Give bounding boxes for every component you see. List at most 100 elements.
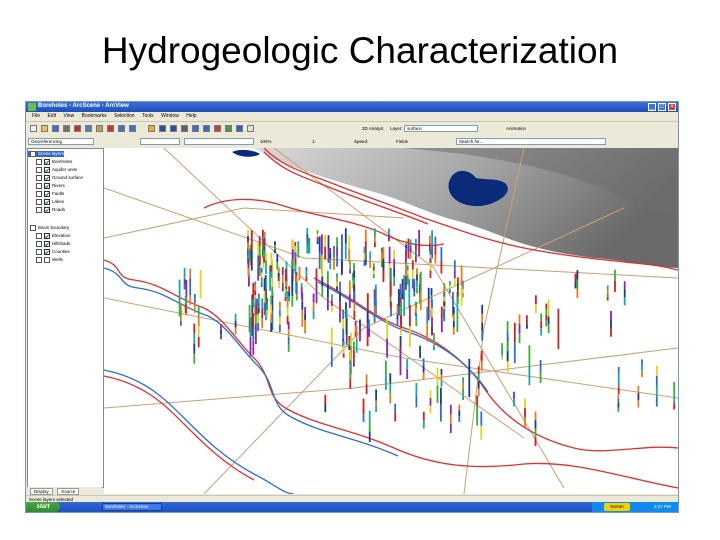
- tab-display[interactable]: Display: [30, 488, 53, 495]
- layer-checkbox[interactable]: [44, 233, 50, 239]
- start-button[interactable]: start: [26, 502, 60, 512]
- expand-toggle-icon[interactable]: [36, 207, 42, 213]
- scene-dropdown[interactable]: [140, 138, 180, 145]
- expand-toggle-icon[interactable]: [36, 159, 42, 165]
- new-file-icon[interactable]: [30, 125, 37, 132]
- toc-layer-item[interactable]: Boreholes: [28, 159, 72, 165]
- toc-layer-item[interactable]: Elevation: [28, 233, 71, 239]
- layer-checkbox[interactable]: [44, 257, 50, 263]
- borehole-segment: [183, 278, 186, 285]
- borehole-segment: [535, 304, 537, 314]
- measure-icon[interactable]: [214, 125, 221, 132]
- menu-selection[interactable]: Selection: [114, 113, 135, 119]
- undo-icon[interactable]: [118, 125, 125, 132]
- zoom-in-icon[interactable]: [159, 125, 166, 132]
- toc-layer-item[interactable]: Faults: [28, 191, 64, 197]
- borehole-segment: [385, 360, 387, 376]
- expand-toggle-icon[interactable]: [36, 249, 42, 255]
- toc-layer-item[interactable]: Aquifer units: [28, 167, 77, 173]
- toc-layer-item[interactable]: Roads: [28, 207, 65, 213]
- toc-layer-item[interactable]: Ground surface: [28, 175, 83, 181]
- menu-view[interactable]: View: [63, 113, 74, 119]
- menu-bookmarks[interactable]: Bookmarks: [82, 113, 107, 119]
- scene-canvas[interactable]: [104, 148, 678, 494]
- toc-layer-item[interactable]: Basin boundary: [28, 225, 69, 231]
- zoom-out-icon[interactable]: [170, 125, 177, 132]
- menu-file[interactable]: File: [32, 113, 40, 119]
- print-icon[interactable]: [63, 125, 70, 132]
- toc-layer-item[interactable]: Scene layers: [28, 151, 65, 157]
- toc-layer-item[interactable]: Hillshade: [28, 241, 71, 247]
- georeference-dropdown[interactable]: Georeferencing: [28, 138, 94, 145]
- norton-tray-icon[interactable]: Norton: [604, 503, 630, 511]
- identify-icon[interactable]: [203, 125, 210, 132]
- borehole-segment: [449, 289, 451, 294]
- expand-toggle-icon[interactable]: [36, 233, 42, 239]
- save-icon[interactable]: [52, 125, 59, 132]
- expand-toggle-icon[interactable]: [36, 199, 42, 205]
- taskbar-item-arcscene[interactable]: Boreholes - ArcScene: [102, 503, 162, 511]
- redo-icon[interactable]: [129, 125, 136, 132]
- menu-help[interactable]: Help: [186, 113, 196, 119]
- borehole-segment: [452, 307, 455, 314]
- borehole-segment: [291, 285, 294, 297]
- borehole-segment: [312, 310, 315, 320]
- expand-toggle-icon[interactable]: [30, 151, 36, 157]
- layer-checkbox[interactable]: [44, 191, 50, 197]
- select-icon[interactable]: [247, 125, 254, 132]
- borehole-segment: [468, 358, 471, 378]
- fly-icon[interactable]: [236, 125, 243, 132]
- open-folder-icon[interactable]: [41, 125, 48, 132]
- expand-toggle-icon[interactable]: [30, 225, 36, 231]
- copy-icon[interactable]: [85, 125, 92, 132]
- menu-window[interactable]: Window: [161, 113, 179, 119]
- borehole-segment: [263, 245, 265, 251]
- delete-icon[interactable]: [107, 125, 114, 132]
- add-data-icon[interactable]: [148, 125, 155, 132]
- scene-3d-view[interactable]: [104, 148, 678, 494]
- expand-toggle-icon[interactable]: [36, 191, 42, 197]
- minimize-button[interactable]: _: [648, 103, 656, 111]
- layer-checkbox[interactable]: [44, 167, 50, 173]
- expand-toggle-icon[interactable]: [36, 241, 42, 247]
- pan-icon[interactable]: [181, 125, 188, 132]
- layer-checkbox[interactable]: [44, 241, 50, 247]
- expand-toggle-icon[interactable]: [36, 257, 42, 263]
- toc-layer-item[interactable]: Wells: [28, 257, 63, 263]
- analyst-menu[interactable]: 3D Analyst: [362, 126, 384, 131]
- toc-layer-item[interactable]: Counties: [28, 249, 70, 255]
- window-titlebar[interactable]: Boreholes - ArcScene - ArcView _ □ ×: [26, 102, 678, 112]
- search-input[interactable]: Search for...: [456, 138, 606, 145]
- cut-icon[interactable]: [74, 125, 81, 132]
- layer-checkbox[interactable]: [44, 175, 50, 181]
- animation-menu[interactable]: Animation: [506, 126, 526, 131]
- paste-icon[interactable]: [96, 125, 103, 132]
- expand-toggle-icon[interactable]: [36, 183, 42, 189]
- layer-checkbox[interactable]: [44, 183, 50, 189]
- borehole-segment: [477, 366, 480, 374]
- layer-checkbox[interactable]: [44, 249, 50, 255]
- layer-dropdown[interactable]: surface: [404, 125, 478, 132]
- full-extent-icon[interactable]: [192, 125, 199, 132]
- borehole-segment: [321, 276, 324, 287]
- maximize-button[interactable]: □: [658, 103, 666, 111]
- toc-layer-item[interactable]: Rivers: [28, 183, 65, 189]
- expand-toggle-icon[interactable]: [36, 175, 42, 181]
- menu-edit[interactable]: Edit: [47, 113, 56, 119]
- menu-tools[interactable]: Tools: [142, 113, 154, 119]
- toc-layer-label: Rivers: [52, 183, 65, 189]
- borehole-segment: [294, 264, 297, 271]
- layer-checkbox[interactable]: [44, 199, 50, 205]
- tab-source[interactable]: Source: [57, 488, 80, 495]
- layer-select-dropdown[interactable]: [184, 138, 254, 145]
- layer-checkbox[interactable]: [44, 159, 50, 165]
- expand-toggle-icon[interactable]: [36, 167, 42, 173]
- navigate-icon[interactable]: [225, 125, 232, 132]
- borehole-segment: [443, 301, 446, 307]
- borehole-segment: [260, 282, 263, 287]
- toc-layer-item[interactable]: Lakes: [28, 199, 64, 205]
- layer-checkbox[interactable]: [44, 207, 50, 213]
- close-button[interactable]: ×: [668, 103, 676, 111]
- borehole-segment: [534, 437, 537, 446]
- borehole-segment: [506, 360, 509, 372]
